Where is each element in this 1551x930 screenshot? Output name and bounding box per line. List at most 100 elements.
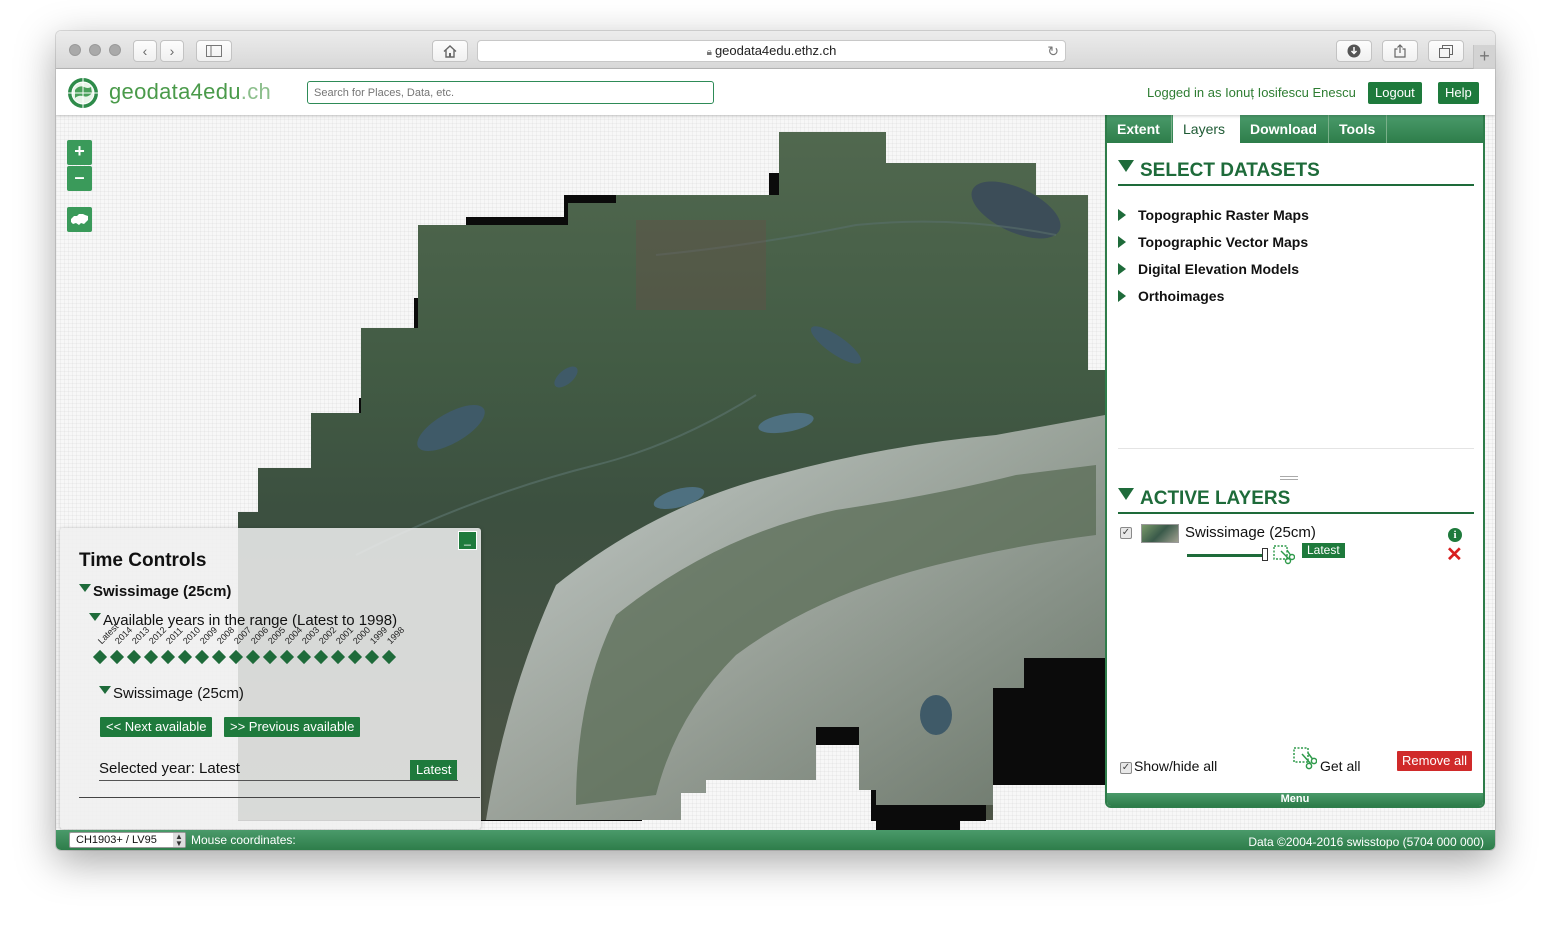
time-dataset-toggle[interactable]: Swissimage (25cm) [79,583,231,600]
year-marker[interactable] [160,649,176,665]
layer-time-tag[interactable]: Latest [1302,543,1345,558]
dataset-orthoimages[interactable]: Orthoimages [1118,288,1224,304]
menu-toggle[interactable]: Menu [1107,793,1483,806]
copyright-notice: Data ©2004-2016 swisstopo (5704 000 000) [1248,835,1484,849]
remove-all-button[interactable]: Remove all [1397,751,1473,771]
year-marker[interactable] [92,649,108,665]
tab-download[interactable]: Download [1240,115,1329,143]
dataset-topographic-raster-maps[interactable]: Topographic Raster Maps [1118,207,1309,223]
new-tab-button[interactable]: + [1473,45,1495,69]
show-hide-all-checkbox[interactable]: ✓ [1120,762,1132,774]
crs-select[interactable]: CH1903+ / LV95 ▲ ▼ [69,832,186,848]
year-marker[interactable] [143,649,159,665]
tab-layers[interactable]: Layers [1173,115,1240,143]
collapse-triangle-icon [89,613,101,621]
year-marker[interactable] [296,649,312,665]
tabs-overview-button[interactable] [1428,40,1464,62]
tab-tools[interactable]: Tools [1329,115,1387,143]
show-hide-all-label[interactable]: Show/hide all [1134,758,1217,774]
divider [1118,184,1474,186]
help-button[interactable]: Help [1438,82,1479,104]
minimize-window-button[interactable] [89,44,101,56]
opacity-slider-handle[interactable] [1262,548,1268,561]
url-text: geodata4edu.ethz.ch [714,43,837,58]
side-panel: Extent Layers Download Tools SELECT DATA… [1105,115,1485,808]
resize-grip-icon[interactable] [1280,476,1298,480]
lock-icon: 🔒︎ [706,47,712,58]
panel-divider [1118,448,1474,449]
expand-triangle-icon [1118,209,1126,221]
dataset-digital-elevation-models[interactable]: Digital Elevation Models [1118,261,1299,277]
selected-year-badge: Latest [410,760,458,780]
minimize-panel-button[interactable]: _ [458,531,477,550]
collapse-triangle-icon [1118,488,1134,500]
chevron-right-icon: › [169,43,175,59]
tab-extent[interactable]: Extent [1107,115,1172,143]
get-all-button[interactable]: Get all [1320,758,1360,774]
selected-year: Selected year: Latest [99,760,240,777]
reload-icon[interactable]: ↻ [1047,41,1059,61]
year-marker[interactable] [211,649,227,665]
forward-button[interactable]: › [160,40,184,62]
year-marker[interactable] [347,649,363,665]
year-marker[interactable] [194,649,210,665]
sidebar-icon [206,45,222,57]
divider [79,797,480,798]
remove-layer-icon[interactable]: ✕ [1446,545,1463,565]
year-marker[interactable] [330,649,346,665]
expand-triangle-icon [1118,290,1126,302]
previous-available-button[interactable]: >> Previous available [224,717,361,737]
zoom-window-button[interactable] [109,44,121,56]
zoom-out-button[interactable]: – [67,166,92,191]
info-icon[interactable]: i [1448,528,1462,542]
year-marker[interactable] [262,649,278,665]
status-bar: CH1903+ / LV95 ▲ ▼ Mouse coordinates: Dat… [56,830,1495,850]
app-header: geodata4edu.ch Logged in as Ionuț Iosife… [56,69,1495,115]
full-extent-button[interactable] [67,207,92,232]
next-available-button[interactable]: << Next available [100,717,213,737]
back-button[interactable]: ‹ [133,40,157,62]
downloads-button[interactable] [1336,40,1372,62]
year-marker[interactable] [381,649,397,665]
browser-window: ‹ › 🔒︎ geodata4edu.ethz.ch ↻ + geodata4e… [56,31,1495,850]
dataset-topographic-vector-maps[interactable]: Topographic Vector Maps [1118,234,1308,250]
share-icon [1394,44,1406,58]
year-timeline: Latest 2014 2013 2012 2011 2010 2009 2008 2007 20… [92,622,413,670]
year-marker[interactable] [279,649,295,665]
opacity-slider[interactable] [1187,554,1265,557]
year-marker[interactable] [109,649,125,665]
year-marker[interactable] [228,649,244,665]
logout-button[interactable]: Logout [1368,82,1422,104]
sidebar-button[interactable] [196,40,232,62]
mouse-coordinates: Mouse coordinates: [191,833,296,847]
address-bar[interactable]: 🔒︎ geodata4edu.ethz.ch ↻ [477,40,1066,62]
tabs-icon [1439,45,1453,58]
year-marker[interactable] [313,649,329,665]
home-button[interactable] [432,40,468,62]
expand-triangle-icon [1118,263,1126,275]
zoom-in-button[interactable]: + [67,140,92,165]
side-panel-tabs: Extent Layers Download Tools [1107,115,1483,143]
clip-download-icon[interactable] [1273,545,1295,565]
active-layer-name: Swissimage (25cm) [1185,524,1316,541]
home-icon [443,45,457,58]
logo-text[interactable]: geodata4edu.ch [109,79,271,105]
collapse-triangle-icon [79,584,91,592]
get-all-icon[interactable] [1293,747,1317,771]
year-marker[interactable] [177,649,193,665]
year-marker[interactable] [364,649,380,665]
globe-logo-icon[interactable] [66,76,100,110]
time-controls-title: Time Controls [79,550,207,571]
sub-dataset-toggle[interactable]: Swissimage (25cm) [99,685,244,702]
year-marker[interactable] [245,649,261,665]
share-button[interactable] [1382,40,1418,62]
logged-in-user: Logged in as Ionuț Iosifescu Enescu [1147,85,1356,100]
search-input[interactable] [307,81,714,104]
layer-visibility-checkbox[interactable]: ✓ [1120,527,1132,539]
year-marker[interactable] [126,649,142,665]
select-datasets-heading[interactable]: SELECT DATASETS [1118,160,1320,182]
browser-toolbar: ‹ › 🔒︎ geodata4edu.ethz.ch ↻ + [56,31,1495,69]
close-window-button[interactable] [69,44,81,56]
active-layers-heading[interactable]: ACTIVE LAYERS [1118,488,1290,510]
download-icon [1347,44,1361,58]
